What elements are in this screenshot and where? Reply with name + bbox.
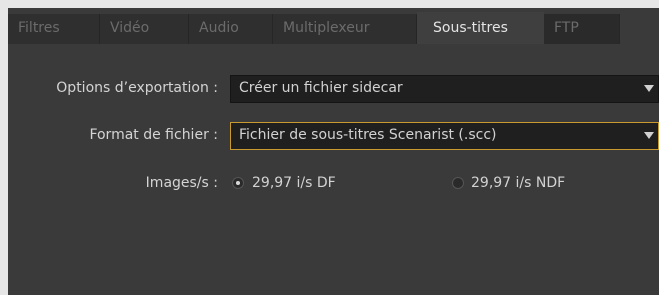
tab-audio[interactable]: Audio — [189, 14, 273, 44]
chevron-down-icon — [644, 132, 654, 139]
tab-sous-titres[interactable]: Sous-titres — [417, 12, 544, 44]
export-settings-panel: Filtres Vidéo Audio Multiplexeur Sous-ti… — [8, 8, 659, 295]
tab-label: Audio — [199, 20, 239, 36]
tab-multiplexeur[interactable]: Multiplexeur — [273, 14, 417, 44]
radio-label-ndf[interactable]: 29,97 i/s NDF — [471, 175, 565, 191]
tab-label: Vidéo — [110, 20, 150, 36]
radio-selected-dot-icon — [236, 181, 240, 185]
tab-label: FTP — [554, 20, 579, 36]
chevron-down-icon — [644, 85, 654, 92]
tab-label: Multiplexeur — [283, 20, 370, 36]
radio-button-ndf[interactable] — [452, 177, 464, 189]
tab-video[interactable]: Vidéo — [100, 14, 189, 44]
frame-rate-label: Images/s : — [145, 175, 218, 191]
tab-bar: Filtres Vidéo Audio Multiplexeur Sous-ti… — [8, 8, 659, 44]
tab-label: Sous-titres — [433, 20, 508, 36]
file-format-dropdown[interactable]: Fichier de sous-titres Scenarist (.scc) — [230, 122, 659, 150]
export-options-value: Créer un fichier sidecar — [239, 80, 403, 96]
radio-button-df[interactable] — [232, 177, 244, 189]
tab-filtres[interactable]: Filtres — [8, 14, 100, 44]
file-format-value: Fichier de sous-titres Scenarist (.scc) — [239, 127, 497, 143]
file-format-label: Format de fichier : — [89, 127, 218, 143]
tab-label: Filtres — [18, 20, 60, 36]
export-options-label: Options d’exportation : — [56, 80, 218, 96]
radio-label-df[interactable]: 29,97 i/s DF — [252, 175, 336, 191]
export-options-dropdown[interactable]: Créer un fichier sidecar — [230, 75, 659, 103]
tab-ftp[interactable]: FTP — [544, 14, 620, 44]
